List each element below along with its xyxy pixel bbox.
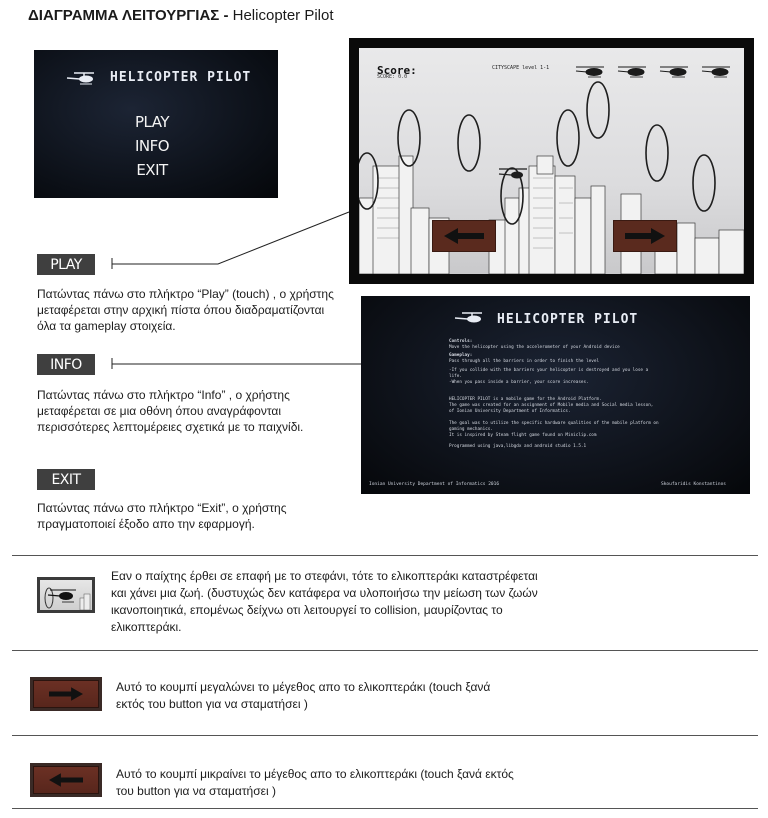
- info-line: HELICOPTER PILOT is a mobile game for th…: [449, 397, 602, 402]
- collision-thumbnail: [37, 577, 95, 613]
- gameplay-screen: Score: SCORE: 0.0 CITYSCAPE level 1-1: [359, 48, 744, 274]
- helicopter-icon: [575, 66, 604, 78]
- info-line: Move the helicopter using the accelerome…: [449, 345, 620, 350]
- divider: [12, 808, 758, 809]
- score-value: SCORE: 0.0: [377, 74, 408, 80]
- info-footer-left: Ionian University Department of Informat…: [369, 482, 500, 487]
- divider: [12, 735, 758, 736]
- menu-info-item: INFO: [134, 137, 170, 155]
- info-line: Programmed using java,libgdx and android…: [449, 444, 587, 449]
- info-line: life.: [449, 374, 462, 379]
- menu-exit-item: EXIT: [136, 161, 168, 179]
- divider: [12, 555, 758, 556]
- arrow-right-icon: [625, 228, 665, 244]
- info-line: gaming mechanics.: [449, 427, 493, 432]
- info-line: of Ionian University Department of Infor…: [449, 409, 571, 414]
- info-line: Gameplay:: [449, 353, 473, 358]
- info-line: -When you pass inside a barrier, your sc…: [449, 380, 589, 385]
- level-label: CITYSCAPE level 1-1: [492, 65, 550, 71]
- info-line: -If you collide with the barriers your h…: [449, 368, 649, 373]
- collision-note: Εαν ο παίχτης έρθει σε επαφή με το στεφά…: [111, 569, 538, 634]
- gameplay-screenshot: Score: SCORE: 0.0 CITYSCAPE level 1-1: [349, 38, 754, 284]
- info-footer-right: Skoufaridis Konstantinos: [661, 482, 727, 487]
- info-app-title: HELICOPTER PILOT: [497, 312, 639, 327]
- lives-helicopter-icons: [575, 66, 730, 78]
- grow-button-sample: [30, 677, 102, 711]
- city-skyline: [359, 81, 744, 274]
- arrow-right-icon: [49, 687, 83, 701]
- exit-tag: EXIT: [37, 469, 95, 490]
- info-tag: INFO: [37, 354, 95, 375]
- menu-app-title: HELICOPTER PILOT: [110, 70, 252, 85]
- divider: [12, 650, 758, 651]
- shrink-button-note: Αυτό το κουμπί μικραίνει το μέγεθος απο …: [116, 767, 514, 798]
- info-line: Controls:: [449, 339, 473, 344]
- info-line: The goal was to utilize the specific har…: [449, 421, 659, 426]
- exit-description: Πατώντας πάνω στο πλήκτρο “Exit”, ο χρήσ…: [37, 501, 287, 531]
- info-screenshot: HELICOPTER PILOT Controls: Move the heli…: [361, 296, 750, 494]
- info-description: Πατώντας πάνω στο πλήκτρο “Info” , ο χρή…: [37, 388, 304, 434]
- info-line: The game was created for an assignment o…: [449, 403, 654, 408]
- play-tag: PLAY: [37, 254, 95, 275]
- helicopter-icon: [66, 72, 94, 85]
- helicopter-icon: [701, 66, 730, 78]
- document-title: ΔΙΑΓΡΑΜΜΑ ΛΕΙΤΟΥΡΓΙΑΣ - Helicopter Pilot: [28, 7, 334, 24]
- arrow-left-icon: [444, 228, 484, 244]
- shrink-button-sample: [30, 763, 102, 797]
- info-line: It is inspired by Steam flight game foun…: [449, 433, 597, 438]
- grow-arrow-button: [613, 220, 677, 252]
- play-description: Πατώντας πάνω στο πλήκτρο “Play” (touch)…: [37, 287, 334, 333]
- helicopter-icon: [659, 66, 688, 78]
- collision-helicopter-icon: [44, 587, 91, 610]
- info-line: Pass through all the barriers in order t…: [449, 359, 600, 364]
- shrink-arrow-button: [432, 220, 496, 252]
- helicopter-icon: [454, 312, 482, 323]
- menu-screenshot: HELICOPTER PILOT PLAY INFO EXIT: [34, 50, 278, 198]
- grow-button-note: Αυτό το κουμπί μεγαλώνει το μέγεθος απο …: [116, 680, 491, 711]
- helicopter-icon: [617, 66, 646, 78]
- arrow-left-icon: [49, 773, 83, 787]
- menu-play-item: PLAY: [134, 113, 170, 131]
